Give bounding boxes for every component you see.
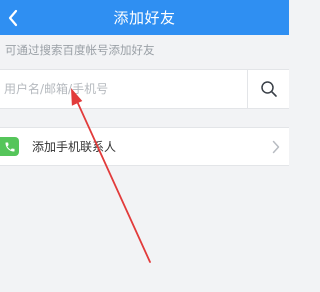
header-bar: 添加好友 (0, 0, 289, 35)
search-input[interactable] (4, 70, 240, 108)
search-icon (260, 81, 277, 97)
search-box (0, 69, 289, 109)
search-button[interactable] (248, 70, 289, 108)
hint-text: 可通过搜索百度帐号添加好友 (5, 43, 155, 57)
add-phone-contacts-item[interactable]: 添加手机联系人 (0, 127, 289, 166)
chevron-right-icon (272, 140, 280, 154)
add-phone-contacts-label: 添加手机联系人 (32, 140, 117, 154)
page-title: 添加好友 (113, 9, 176, 27)
phone-icon (0, 137, 19, 156)
